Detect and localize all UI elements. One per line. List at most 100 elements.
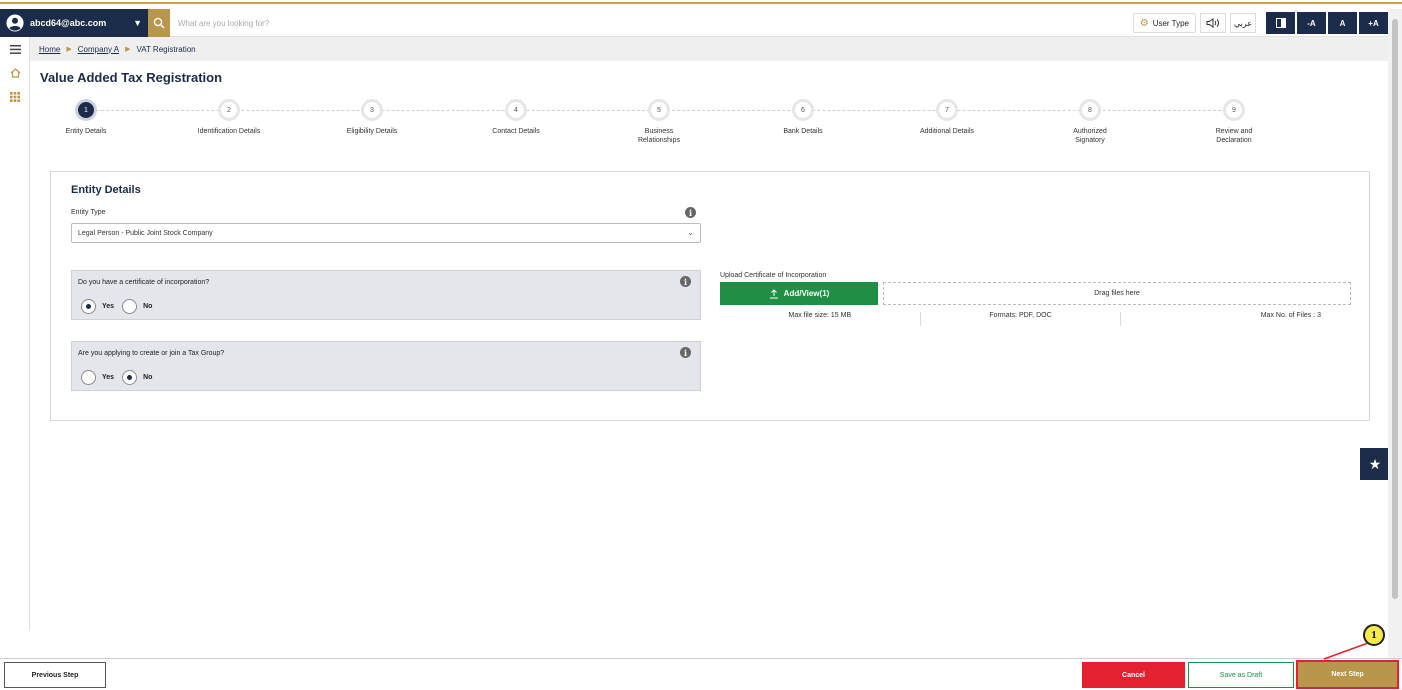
radio-selected-dot [86, 304, 91, 309]
step-identification-details[interactable]: 2 Identification Details [179, 98, 279, 136]
star-icon: ★ [1368, 455, 1382, 472]
step-business-relationships[interactable]: 5 Business Relationships [609, 98, 709, 145]
header-tools: ⚙ User Type عربي -A A +A [1132, 9, 1388, 37]
certificate-question: Do you have a certificate of incorporati… [71, 270, 701, 320]
step-authorized-signatory[interactable]: 8 Authorized Signatory [1040, 98, 1140, 145]
step-label: Contact Details [492, 128, 540, 135]
home-icon [10, 68, 20, 78]
contrast-button[interactable] [1266, 12, 1295, 34]
upload-button-label: Add/View(1) [783, 289, 830, 298]
grid-icon [10, 92, 20, 102]
certificate-radio-group: Yes No [81, 299, 160, 314]
user-menu[interactable]: abcd64@abc.com ▼ [0, 9, 148, 37]
step-number: 1 [75, 99, 97, 121]
tax-group-no-radio[interactable] [122, 370, 138, 385]
step-number: 3 [361, 99, 383, 121]
certificate-no-radio[interactable] [122, 299, 138, 314]
scrollbar-thumb[interactable] [1392, 19, 1398, 599]
tax-group-question: Are you applying to create or join a Tax… [71, 341, 701, 391]
progress-stepper: 1 Entity Details 2 Identification Detail… [40, 98, 1330, 154]
font-normal-button[interactable]: A [1328, 12, 1357, 34]
home-button[interactable] [0, 61, 30, 85]
step-entity-details[interactable]: 1 Entity Details [36, 98, 136, 136]
info-icon[interactable]: i [680, 347, 691, 358]
step-label: Entity Details [65, 128, 107, 135]
upload-constraints: Max file size: 15 MB Formats: PDF, DOC M… [720, 312, 1351, 326]
step-label: Business Relationships [637, 128, 681, 144]
no-label: No [143, 303, 153, 310]
search-icon [153, 17, 165, 29]
entity-details-card: Entity Details Entity Type i Legal Perso… [50, 171, 1370, 421]
info-icon[interactable]: i [685, 207, 696, 218]
upload-label: Upload Certificate of Incorporation [720, 272, 827, 279]
step-label: Review and Declaration [1215, 128, 1253, 144]
save-draft-button[interactable]: Save as Draft [1188, 662, 1294, 688]
left-sidebar [0, 37, 30, 631]
step-eligibility-details[interactable]: 3 Eligibility Details [322, 98, 422, 136]
max-file-size: Max file size: 15 MB [720, 312, 921, 326]
next-step-button[interactable]: Next Step [1296, 660, 1399, 689]
search-button[interactable] [148, 9, 170, 37]
step-number: 8 [1079, 99, 1101, 121]
user-type-button[interactable]: ⚙ User Type [1132, 13, 1196, 33]
step-contact-details[interactable]: 4 Contact Details [466, 98, 566, 136]
chevron-down-icon[interactable]: ▼ [133, 18, 142, 28]
section-title: Entity Details [71, 184, 141, 196]
info-icon[interactable]: i [680, 276, 691, 287]
step-bank-details[interactable]: 6 Bank Details [753, 98, 853, 136]
footer-actions: Previous Step Cancel Save as Draft Next … [0, 658, 1402, 690]
step-number: 6 [792, 99, 814, 121]
breadcrumb: Home ▶ Company A ▶ VAT Registration [30, 37, 1388, 61]
search-input[interactable] [178, 9, 678, 37]
callout-pointer [1323, 642, 1369, 660]
no-label: No [143, 374, 153, 381]
step-label: Authorized Signatory [1073, 128, 1107, 144]
entity-type-select[interactable]: Legal Person - Public Joint Stock Compan… [71, 223, 701, 243]
question-text: Are you applying to create or join a Tax… [78, 350, 225, 357]
step-label: Additional Details [919, 128, 975, 135]
cancel-button[interactable]: Cancel [1082, 662, 1185, 688]
language-button[interactable]: عربي [1230, 13, 1256, 33]
breadcrumb-company[interactable]: Company A [78, 45, 119, 54]
vertical-scrollbar[interactable] [1388, 9, 1402, 659]
step-number: 4 [505, 99, 527, 121]
entity-type-label: Entity Type [71, 209, 106, 216]
yes-label: Yes [102, 303, 115, 310]
breadcrumb-home[interactable]: Home [39, 45, 60, 54]
tax-group-radio-group: Yes No [81, 370, 160, 385]
drag-drop-zone[interactable]: Drag files here [883, 282, 1351, 305]
top-gold-strip [0, 0, 1402, 9]
contrast-icon [1275, 18, 1286, 28]
chevron-down-icon: ⌄ [687, 228, 694, 237]
speaker-icon [1206, 18, 1219, 28]
step-label: Identification Details [197, 128, 261, 135]
font-decrease-button[interactable]: -A [1297, 12, 1326, 34]
tax-group-yes-radio[interactable] [81, 370, 96, 385]
step-label: Eligibility Details [346, 128, 398, 135]
user-type-label: User Type [1152, 18, 1189, 28]
user-icon [6, 14, 24, 32]
gear-icon: ⚙ [1139, 17, 1149, 29]
breadcrumb-current: VAT Registration [136, 44, 196, 54]
page-title: Value Added Tax Registration [40, 70, 223, 85]
step-callout-badge: 1 [1363, 624, 1385, 646]
step-number: 2 [218, 99, 240, 121]
step-additional-details[interactable]: 7 Additional Details [897, 98, 997, 136]
certificate-yes-radio[interactable] [81, 299, 96, 314]
step-number: 7 [936, 99, 958, 121]
radio-selected-dot [127, 375, 133, 380]
step-label: Bank Details [783, 128, 823, 135]
apps-button[interactable] [0, 85, 30, 109]
allowed-formats: Formats: PDF, DOC [921, 312, 1122, 326]
audio-button[interactable] [1200, 13, 1226, 33]
user-email: abcd64@abc.com [30, 18, 107, 28]
favorites-button[interactable]: ★ [1360, 448, 1390, 480]
upload-icon [769, 288, 778, 298]
gold-line [0, 2, 1402, 4]
step-review-declaration[interactable]: 9 Review and Declaration [1184, 98, 1284, 145]
font-increase-button[interactable]: +A [1359, 12, 1388, 34]
menu-button[interactable] [0, 37, 30, 61]
add-view-upload-button[interactable]: Add/View(1) [720, 282, 878, 305]
previous-step-button[interactable]: Previous Step [4, 662, 106, 688]
question-text: Do you have a certificate of incorporati… [78, 279, 210, 286]
